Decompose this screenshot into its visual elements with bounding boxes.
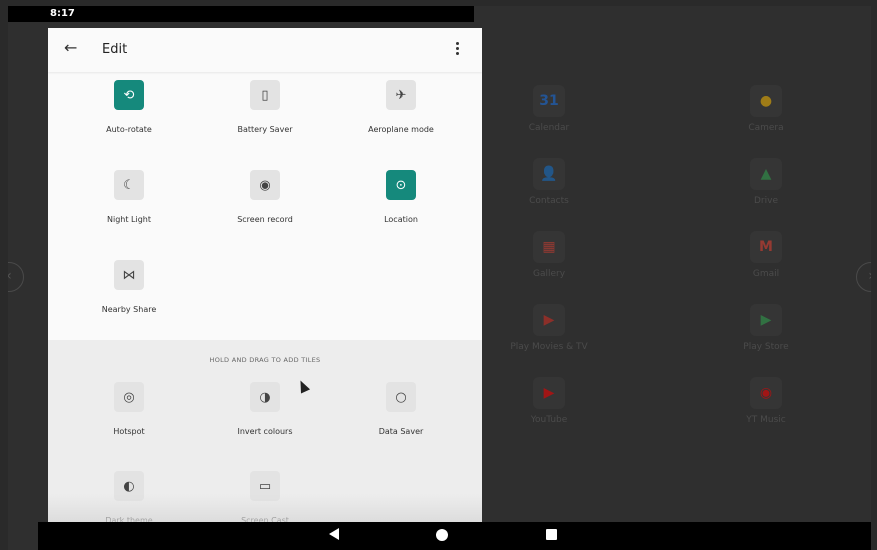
more-options-icon[interactable] <box>456 42 460 58</box>
app-play-movies[interactable]: ▶ Play Movies & TV <box>504 304 594 352</box>
tile-data-saver[interactable]: ○ Data Saver <box>331 382 471 436</box>
tile-label: Nearby Share <box>101 305 157 314</box>
tile-label: Data Saver <box>378 427 424 436</box>
app-label: Play Store <box>743 342 789 352</box>
tile-night-light[interactable]: ☾ Night Light <box>59 170 199 224</box>
app-label: Gallery <box>532 269 566 279</box>
tile-label: Aeroplane mode <box>368 125 434 134</box>
app-contacts[interactable]: 👤 Contacts <box>504 158 594 206</box>
chevron-right-icon[interactable]: › <box>856 262 871 292</box>
tile-hotspot[interactable]: ◎ Hotspot <box>59 382 199 436</box>
tile-label: Location <box>384 215 418 224</box>
app-label: YouTube <box>530 415 568 425</box>
youtube-icon: ▶ <box>533 377 565 409</box>
app-label: Calendar <box>528 123 570 133</box>
app-yt-music[interactable]: ◉ YT Music <box>721 377 811 425</box>
tile-label: Screen record <box>237 215 293 224</box>
auto-rotate-icon: ⟲ <box>114 80 144 110</box>
nav-recents-icon[interactable] <box>546 529 557 540</box>
tile-label: Night Light <box>107 215 151 224</box>
app-gmail[interactable]: M Gmail <box>721 231 811 279</box>
contacts-icon: 👤 <box>533 158 565 190</box>
app-drive[interactable]: ▲ Drive <box>721 158 811 206</box>
nearby-share-icon: ⋈ <box>114 260 144 290</box>
status-bar: 8:17 <box>8 6 474 22</box>
data-saver-icon: ○ <box>386 382 416 412</box>
tile-auto-rotate[interactable]: ⟲ Auto-rotate <box>59 80 199 134</box>
navigation-bar <box>38 522 871 550</box>
tile-label: Auto-rotate <box>106 125 152 134</box>
edit-header: ← Edit <box>48 28 482 72</box>
app-calendar[interactable]: 31 Calendar <box>504 85 594 133</box>
tile-screen-record[interactable]: ◉ Screen record <box>195 170 335 224</box>
tile-nearby-share[interactable]: ⋈ Nearby Share <box>59 260 199 314</box>
tile-battery-saver[interactable]: ▯ Battery Saver <box>195 80 335 134</box>
nav-back-icon[interactable] <box>329 528 339 540</box>
tile-label: Invert colours <box>237 427 293 436</box>
nav-home-icon[interactable] <box>436 529 448 541</box>
app-label: Gmail <box>752 269 780 279</box>
hotspot-icon: ◎ <box>114 382 144 412</box>
location-icon: ⊙ <box>386 170 416 200</box>
back-arrow-icon[interactable]: ← <box>64 38 77 57</box>
app-label: Play Movies & TV <box>510 342 588 352</box>
battery-saver-icon: ▯ <box>250 80 280 110</box>
app-label: Contacts <box>529 196 569 206</box>
night-light-icon: ☾ <box>114 170 144 200</box>
camera-icon: ● <box>750 85 782 117</box>
app-label: YT Music <box>746 415 786 425</box>
app-label: Camera <box>748 123 784 133</box>
app-camera[interactable]: ● Camera <box>721 85 811 133</box>
tile-invert-colours[interactable]: ◑ Invert colours <box>195 382 335 436</box>
airplane-icon: ✈ <box>386 80 416 110</box>
page-title: Edit <box>102 42 128 57</box>
chevron-left-icon[interactable]: ‹ <box>8 262 24 292</box>
invert-colours-icon: ◑ <box>250 382 280 412</box>
calendar-icon: 31 <box>533 85 565 117</box>
screen-record-icon: ◉ <box>250 170 280 200</box>
app-label: Drive <box>754 196 778 206</box>
drive-icon: ▲ <box>750 158 782 190</box>
app-youtube[interactable]: ▶ YouTube <box>504 377 594 425</box>
quick-settings-edit-panel: ← Edit ⟲ Auto-rotate ▯ Battery Saver ✈ Aeropl… <box>48 28 482 528</box>
play-movies-icon: ▶ <box>533 304 565 336</box>
gallery-icon: ▦ <box>533 231 565 263</box>
tile-label: Hotspot <box>113 427 145 436</box>
drag-hint: HOLD AND DRAG TO ADD TILES <box>209 356 321 364</box>
status-time: 8:17 <box>50 8 75 19</box>
app-gallery[interactable]: ▦ Gallery <box>504 231 594 279</box>
yt-music-icon: ◉ <box>750 377 782 409</box>
device-screen: ‹ › 31 Calendar ● Camera 👤 Contacts ▲ Drive ▦ Gal… <box>8 6 871 550</box>
tile-label: Battery Saver <box>237 125 293 134</box>
app-play-store[interactable]: ▶ Play Store <box>721 304 811 352</box>
tile-location[interactable]: ⊙ Location <box>331 170 471 224</box>
tile-airplane[interactable]: ✈ Aeroplane mode <box>331 80 471 134</box>
gmail-icon: M <box>750 231 782 263</box>
play-store-icon: ▶ <box>750 304 782 336</box>
